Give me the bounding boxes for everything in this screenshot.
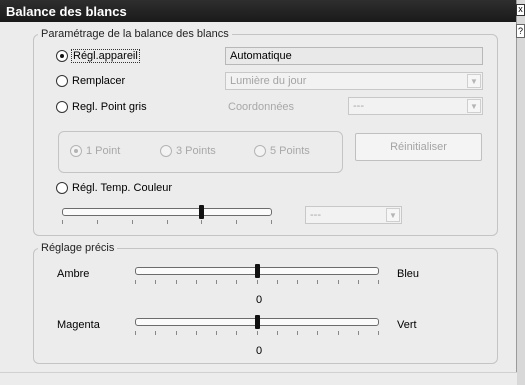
slider-tick	[358, 280, 359, 284]
radio-as-shot[interactable]: Régl.appareil	[56, 49, 140, 63]
magenta-green-value: 0	[255, 345, 263, 357]
reset-button[interactable]: Réinitialiser	[355, 133, 482, 161]
radio-replace-dot[interactable]	[56, 75, 68, 87]
window-title: Balance des blancs	[6, 4, 127, 19]
slider-tick	[216, 331, 217, 335]
color-temp-slider-track[interactable]	[62, 208, 272, 216]
slider-tick	[201, 220, 202, 224]
slider-tick	[135, 280, 136, 284]
color-temp-slider-ticks	[62, 220, 272, 225]
radio-gray-point[interactable]: Regl. Point gris	[56, 101, 147, 113]
radio-3-points-label: 3 Points	[176, 145, 216, 157]
slider-tick	[277, 280, 278, 284]
slider-tick	[277, 331, 278, 335]
slider-tick	[167, 220, 168, 224]
fine-tune-legend: Réglage précis	[41, 242, 115, 254]
amber-blue-slider-ticks	[135, 280, 379, 285]
amber-blue-slider-thumb[interactable]	[255, 264, 260, 278]
magenta-green-slider-ticks	[135, 331, 379, 336]
radio-color-temp-dot[interactable]	[56, 182, 68, 194]
slider-tick	[338, 331, 339, 335]
slider-tick	[317, 331, 318, 335]
title-bar: Balance des blancs	[0, 0, 517, 22]
slider-tick	[216, 280, 217, 284]
wb-settings-legend: Paramétrage de la balance des blancs	[41, 28, 229, 40]
coordinates-value: ---	[353, 100, 364, 112]
color-temp-value: ---	[310, 209, 321, 221]
radio-5-points-dot[interactable]	[254, 145, 266, 157]
radio-1-point-dot[interactable]	[70, 145, 82, 157]
slider-tick	[236, 220, 237, 224]
slider-tick	[257, 331, 258, 335]
color-temp-select[interactable]: --- ▼	[305, 206, 402, 224]
slider-tick	[257, 280, 258, 284]
color-temp-slider-thumb[interactable]	[198, 205, 204, 219]
coordinates-select[interactable]: --- ▼	[348, 97, 483, 115]
chevron-down-icon[interactable]: ▼	[467, 74, 481, 88]
replace-preset-select[interactable]: Lumière du jour ▼	[225, 72, 483, 90]
slider-tick	[338, 280, 339, 284]
slider-tick	[176, 331, 177, 335]
slider-tick	[155, 280, 156, 284]
radio-3-points-dot[interactable]	[160, 145, 172, 157]
slider-tick	[297, 331, 298, 335]
slider-tick	[135, 331, 136, 335]
radio-replace[interactable]: Remplacer	[56, 75, 125, 87]
slider-tick	[62, 220, 63, 224]
slider-tick	[236, 280, 237, 284]
radio-3-points[interactable]: 3 Points	[160, 145, 216, 157]
slider-tick	[196, 280, 197, 284]
slider-tick	[271, 220, 272, 224]
slider-tick	[378, 280, 379, 284]
slider-tick	[236, 331, 237, 335]
radio-color-temp-label: Régl. Temp. Couleur	[72, 182, 173, 194]
green-label: Vert	[397, 319, 417, 331]
bottom-edge	[0, 372, 517, 385]
radio-1-point[interactable]: 1 Point	[70, 145, 120, 157]
blue-label: Bleu	[397, 268, 420, 280]
amber-label: Ambre	[57, 268, 90, 280]
radio-as-shot-label: Régl.appareil	[71, 49, 140, 63]
radio-1-point-label: 1 Point	[86, 145, 121, 157]
radio-as-shot-dot[interactable]	[56, 50, 68, 62]
radio-gray-point-dot[interactable]	[56, 101, 68, 113]
chevron-down-icon[interactable]: ▼	[467, 99, 481, 113]
slider-tick	[358, 331, 359, 335]
magenta-green-slider-thumb[interactable]	[255, 315, 260, 329]
slider-tick	[176, 280, 177, 284]
chevron-down-icon[interactable]: ▼	[386, 208, 400, 222]
radio-color-temp[interactable]: Régl. Temp. Couleur	[56, 182, 172, 194]
radio-5-points[interactable]: 5 Points	[254, 145, 310, 157]
magenta-label: Magenta	[57, 319, 100, 331]
slider-tick	[132, 220, 133, 224]
slider-tick	[97, 220, 98, 224]
right-edge-strip: x ?	[516, 0, 525, 385]
close-icon[interactable]: x	[516, 4, 525, 16]
help-icon[interactable]: ?	[516, 24, 525, 38]
slider-tick	[196, 331, 197, 335]
radio-replace-label: Remplacer	[72, 75, 126, 87]
slider-tick	[297, 280, 298, 284]
slider-tick	[317, 280, 318, 284]
as-shot-value-field: Automatique	[225, 47, 483, 65]
white-balance-dialog: Balance des blancs x ? Paramétrage de la…	[0, 0, 525, 385]
slider-tick	[378, 331, 379, 335]
slider-tick	[155, 331, 156, 335]
radio-5-points-label: 5 Points	[270, 145, 310, 157]
coordinates-label: Coordonnées	[228, 101, 295, 113]
radio-gray-point-label: Regl. Point gris	[72, 101, 147, 113]
amber-blue-value: 0	[255, 294, 263, 306]
replace-preset-value: Lumière du jour	[230, 75, 307, 87]
